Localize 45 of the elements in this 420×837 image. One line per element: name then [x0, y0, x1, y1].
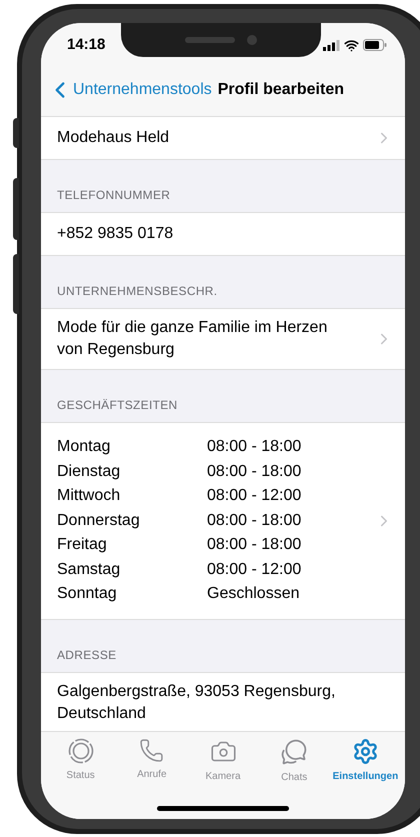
row-text: Galgenbergstraße, 93053 Regensburg, Deutschland — [57, 682, 336, 724]
status-time: 14:18 — [67, 34, 106, 55]
tab-bar-item[interactable]: Status — [45, 738, 116, 785]
day-label: Mittwoch — [57, 486, 122, 506]
back-button[interactable]: Unternehmenstools — [47, 76, 212, 102]
speaker-grille — [185, 37, 235, 43]
camera-lens — [247, 35, 257, 45]
back-label: Unternehmenstools — [73, 80, 212, 100]
hours-value: 08:00 - 18:00 — [207, 535, 302, 556]
concentric-circles-icon — [68, 738, 94, 764]
section-header: GESCHÄFTSZEITEN — [57, 397, 178, 414]
signal-icon — [323, 40, 340, 50]
section-header: TELEFONNUMMER — [57, 187, 170, 204]
section-header: UNTERNEHMENSBESCHR. — [57, 283, 218, 300]
hours-value: 08:00 - 18:00 — [207, 510, 302, 531]
day-label: Dienstag — [57, 462, 122, 482]
tab-bar-item[interactable]: Einstellungen — [330, 738, 402, 785]
list-row[interactable]: Modehaus Held — [41, 117, 405, 160]
battery-icon — [363, 39, 387, 51]
chat-bubbles-icon — [280, 738, 308, 766]
day-label: Montag — [57, 437, 112, 458]
row-text: +852 9835 0178 — [57, 224, 174, 244]
hours-value: 08:00 - 12:00 — [207, 560, 302, 580]
day-label: Donnerstag — [57, 510, 141, 531]
hours-value: 08:00 - 12:00 — [207, 486, 302, 506]
tab-bar-item[interactable]: Chats — [258, 738, 330, 785]
hours-row[interactable]: Montag 08:00 - 18:00 Dienstag 08:00 - 18:00 Mittwoch 08:00 - 12:00 Donnerstag 08:00 - 18:00 Freitag 08:00 - 18:00 Samstag 08:00 - 12:00 Sonntag Geschlossen — [41, 423, 405, 620]
row-text: Mode für die ganze Familie im Herzen von Regensburg — [57, 318, 328, 360]
hours-value: 08:00 - 18:00 — [207, 437, 302, 458]
list-row[interactable]: Galgenbergstraße, 93053 Regensburg, Deutschland — [41, 672, 405, 731]
list-row[interactable]: +852 9835 0178 — [41, 213, 405, 256]
settings-icon — [352, 738, 379, 765]
section-header: ADRESSE — [57, 646, 116, 664]
hours-value: 08:00 - 18:00 — [207, 462, 302, 482]
tab-bar-item[interactable]: Kamera — [187, 738, 259, 785]
hours-value: Geschlossen — [207, 584, 300, 604]
row-text: Modehaus Held — [57, 128, 170, 148]
day-label: Freitag — [57, 535, 108, 556]
list-row[interactable]: Mode für die ganze Familie im Herzen von Regensburg — [41, 309, 405, 370]
page-title: Profil bearbeiten — [218, 80, 344, 100]
wifi-icon — [344, 38, 359, 52]
phone-icon — [139, 738, 164, 763]
day-label: Samstag — [57, 560, 122, 580]
day-label: Sonntag — [57, 584, 118, 604]
tab-bar-item[interactable]: Anrufe — [116, 738, 188, 785]
